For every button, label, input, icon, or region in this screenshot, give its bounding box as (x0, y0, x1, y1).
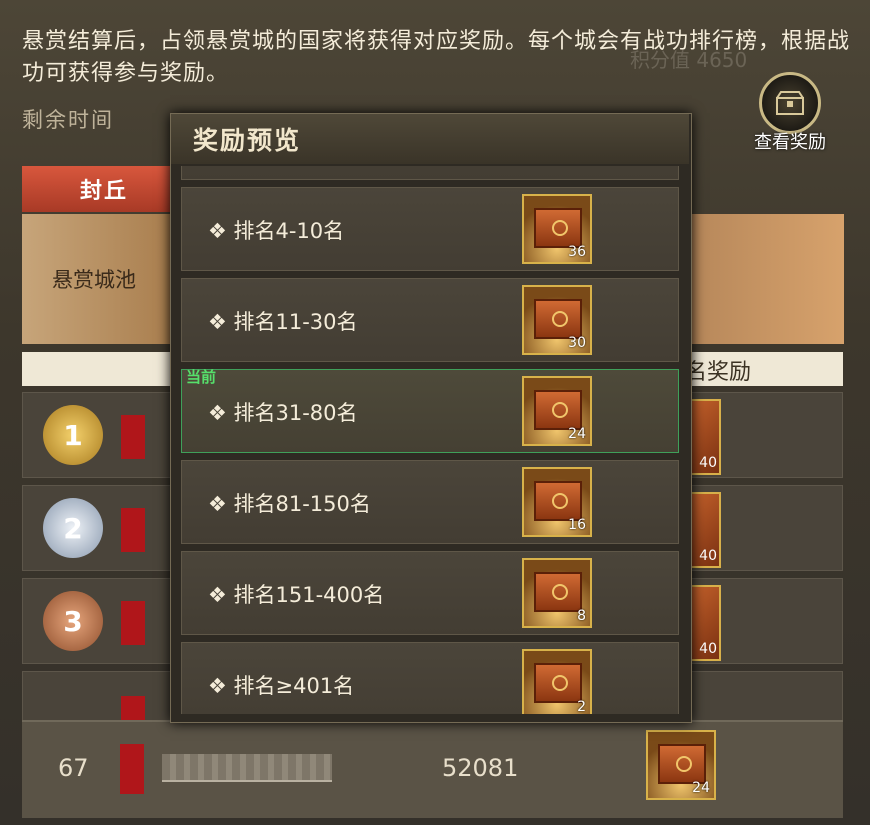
reward-chest-icon[interactable]: 2 (522, 649, 592, 714)
reward-chest-icon[interactable]: 24 (646, 730, 716, 800)
nation-flag-icon (120, 744, 144, 794)
panel-title: 奖励预览 (171, 114, 689, 164)
my-rank-row: 67 52081 24 (22, 720, 843, 818)
current-tag: 当前 (186, 368, 217, 386)
reward-chest-icon[interactable]: 30 (522, 285, 592, 355)
my-score: 52081 (442, 754, 519, 782)
rank-range-label: ❖ 排名11-30名 (208, 310, 358, 334)
list-item: ❖ 排名4-10名 36 (181, 187, 679, 271)
reward-chest-icon[interactable]: 8 (522, 558, 592, 628)
gold-medal-icon: 1 (43, 405, 103, 465)
reward-list[interactable]: ❖ 排名4-10名 36 ❖ 排名11-30名 30 当前 ❖ 排名31-80名… (179, 166, 683, 714)
rank-range-label: ❖ 排名4-10名 (208, 219, 345, 243)
rank-range-label: ❖ 排名31-80名 (208, 401, 358, 425)
list-item: ❖ 排名151-400名 8 (181, 551, 679, 635)
treasure-chest-icon (759, 72, 821, 134)
rank-reward-header: 名奖励 (684, 360, 751, 385)
reward-chest-icon[interactable]: 40 (687, 399, 721, 475)
list-item (181, 166, 679, 180)
nation-flag-icon (121, 415, 145, 459)
nation-flag-icon (121, 601, 145, 645)
view-rewards-label: 查看奖励 (754, 132, 826, 153)
remaining-time-label: 剩余时间 (22, 108, 114, 132)
city-banner-art (688, 214, 844, 344)
list-item: ❖ 排名81-150名 16 (181, 460, 679, 544)
reward-preview-panel: 奖励预览 ❖ 排名4-10名 36 ❖ 排名11-30名 30 当前 ❖ 排名3… (170, 113, 692, 723)
player-name-blurred (162, 754, 332, 782)
bronze-medal-icon: 3 (43, 591, 103, 651)
reward-chest-icon[interactable]: 40 (687, 492, 721, 568)
reward-chest-icon[interactable]: 36 (522, 194, 592, 264)
reward-chest-icon[interactable]: 16 (522, 467, 592, 537)
list-item: ❖ 排名11-30名 30 (181, 278, 679, 362)
silver-medal-icon: 2 (43, 498, 103, 558)
reward-chest-icon[interactable]: 24 (522, 376, 592, 446)
reward-chest-icon[interactable]: 40 (687, 585, 721, 661)
rank-range-label: ❖ 排名151-400名 (208, 583, 385, 607)
list-item: ❖ 排名≥401名 2 (181, 642, 679, 714)
list-item-current: 当前 ❖ 排名31-80名 24 (181, 368, 679, 453)
rank-range-label: ❖ 排名81-150名 (208, 492, 371, 516)
rank-range-label: ❖ 排名≥401名 (208, 674, 355, 698)
nation-flag-icon (121, 508, 145, 552)
city-banner: 悬赏城池 (22, 214, 172, 344)
city-tab[interactable]: 封丘 (22, 166, 172, 212)
score-readout: 积分值 4650 (630, 48, 748, 72)
view-rewards-button[interactable]: 查看奖励 (740, 72, 840, 153)
my-rank: 67 (58, 754, 89, 782)
nation-flag-icon (121, 696, 145, 722)
